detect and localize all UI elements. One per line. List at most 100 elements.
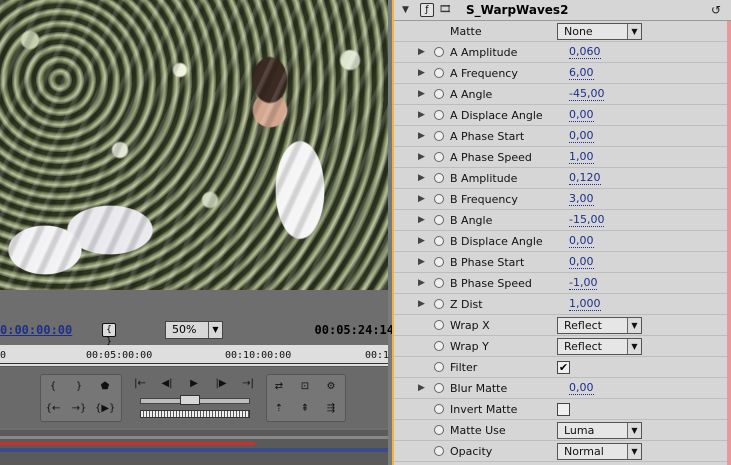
expand-triangle-icon[interactable]: ▶ <box>418 257 425 267</box>
stopwatch-icon[interactable] <box>434 236 444 246</box>
stopwatch-icon[interactable] <box>434 89 444 99</box>
play-icon[interactable]: ▶ <box>184 376 204 392</box>
param-select-matte[interactable]: None ▼ <box>557 23 642 40</box>
param-select-wrap-x[interactable]: Reflect ▼ <box>557 317 642 334</box>
jog-handle[interactable] <box>180 395 200 405</box>
expand-triangle-icon[interactable]: ▶ <box>418 131 425 141</box>
param-select-opacity[interactable]: Normal ▼ <box>557 443 642 460</box>
stopwatch-icon[interactable] <box>434 110 444 120</box>
fx-toggle-icon[interactable]: ƒ <box>420 3 434 17</box>
expand-triangle-icon[interactable]: ▶ <box>418 152 425 162</box>
param-value-b-displace-angle[interactable]: 0,00 <box>569 235 594 248</box>
play-in-out-icon[interactable]: {▶} <box>95 401 115 417</box>
param-value-b-phase-start[interactable]: 0,00 <box>569 256 594 269</box>
expand-triangle-icon[interactable]: ▶ <box>418 383 425 393</box>
param-value-a-amplitude[interactable]: 0,060 <box>569 46 601 59</box>
param-value-b-phase-speed[interactable]: -1,00 <box>569 277 598 290</box>
param-checkbox-invert-matte[interactable] <box>557 403 570 416</box>
set-out-icon[interactable]: } <box>69 379 89 395</box>
video-preview <box>0 0 388 290</box>
expand-triangle-icon[interactable]: ▶ <box>418 173 425 183</box>
frame-forward-icon[interactable]: |▶ <box>211 376 231 392</box>
monitor-timebar: 0:00:00:00 { } 50% ▼ 00:05:24:14 <box>0 319 394 347</box>
stopwatch-icon[interactable] <box>434 257 444 267</box>
expand-triangle-icon[interactable]: ▶ <box>418 215 425 225</box>
goto-out-icon[interactable]: →} <box>69 401 89 417</box>
param-row-a-frequency: ▶ A Frequency 6,00 <box>394 63 731 84</box>
stopwatch-icon[interactable] <box>434 341 444 351</box>
collapse-triangle-icon[interactable]: ▼ <box>402 5 409 15</box>
param-value-blur-matte[interactable]: 0,00 <box>569 382 594 395</box>
stopwatch-icon[interactable] <box>434 446 444 456</box>
output-icon[interactable]: ⚙ <box>321 379 341 395</box>
ruler-tick: 00:10:00:00 <box>225 350 292 361</box>
trim-icon[interactable]: ⇶ <box>321 401 341 417</box>
expand-triangle-icon[interactable]: ▶ <box>418 278 425 288</box>
param-value-b-amplitude[interactable]: 0,120 <box>569 172 601 185</box>
select-value: None <box>564 25 593 38</box>
goto-in-icon[interactable]: {← <box>43 401 63 417</box>
expand-triangle-icon[interactable]: ▶ <box>418 47 425 57</box>
param-select-wrap-y[interactable]: Reflect ▼ <box>557 338 642 355</box>
step-back-icon[interactable]: |← <box>130 376 150 392</box>
param-checkbox-filter[interactable]: ✔ <box>557 361 570 374</box>
param-select-matte-use[interactable]: Luma ▼ <box>557 422 642 439</box>
param-value-a-displace-angle[interactable]: 0,00 <box>569 109 594 122</box>
param-value-b-frequency[interactable]: 3,00 <box>569 193 594 206</box>
time-ruler[interactable]: 0 00:05:00:00 00:10:00:00 00:1 <box>0 345 389 367</box>
stopwatch-icon[interactable] <box>434 194 444 204</box>
stopwatch-icon[interactable] <box>434 173 444 183</box>
param-label: B Displace Angle <box>450 235 543 248</box>
param-value-z-dist[interactable]: 1,000 <box>569 298 601 311</box>
param-row-matte-use: Matte Use Luma ▼ <box>394 420 731 441</box>
expand-triangle-icon[interactable]: ▶ <box>418 110 425 120</box>
current-timecode[interactable]: 0:00:00:00 <box>0 323 72 337</box>
stopwatch-icon[interactable] <box>434 47 444 57</box>
param-value-a-phase-speed[interactable]: 1,00 <box>569 151 594 164</box>
loop-icon[interactable]: ⇄ <box>269 379 289 395</box>
stopwatch-icon[interactable] <box>434 278 444 288</box>
expand-triangle-icon[interactable]: ▶ <box>418 236 425 246</box>
step-forward-icon[interactable]: →| <box>238 376 258 392</box>
param-label: A Angle <box>450 88 493 101</box>
param-label: B Phase Speed <box>450 277 532 290</box>
expand-triangle-icon[interactable]: ▶ <box>418 89 425 99</box>
stopwatch-icon[interactable] <box>434 131 444 141</box>
param-label: Blur Matte <box>450 382 508 395</box>
lift-icon[interactable]: ⇡ <box>269 401 289 417</box>
chevron-down-icon: ▼ <box>627 24 641 39</box>
frame-back-icon[interactable]: ◀| <box>157 376 177 392</box>
stopwatch-icon[interactable] <box>434 404 444 414</box>
stopwatch-icon[interactable] <box>434 362 444 372</box>
expand-triangle-icon[interactable]: ▶ <box>418 299 425 309</box>
param-value-b-angle[interactable]: -15,00 <box>569 214 605 227</box>
param-value-a-phase-start[interactable]: 0,00 <box>569 130 594 143</box>
param-row-filter: Filter ✔ <box>394 357 731 378</box>
stopwatch-icon[interactable] <box>434 215 444 225</box>
param-value-a-frequency[interactable]: 6,00 <box>569 67 594 80</box>
param-row-blur-matte: ▶ Blur Matte 0,00 <box>394 378 731 399</box>
stopwatch-icon[interactable] <box>434 68 444 78</box>
stopwatch-icon[interactable] <box>434 383 444 393</box>
set-in-icon[interactable]: { <box>43 379 63 395</box>
param-label: B Phase Start <box>450 256 525 269</box>
scrollbar[interactable] <box>727 21 731 465</box>
param-value-a-angle[interactable]: -45,00 <box>569 88 605 101</box>
stopwatch-icon[interactable] <box>434 299 444 309</box>
param-row-matte: Matte None ▼ <box>394 21 731 42</box>
reset-icon[interactable]: ↺ <box>711 3 721 17</box>
stopwatch-icon[interactable] <box>434 152 444 162</box>
extract-icon[interactable]: ⇞ <box>295 401 315 417</box>
param-row-a-phase-start: ▶ A Phase Start 0,00 <box>394 126 731 147</box>
param-row-wrap-x: Wrap X Reflect ▼ <box>394 315 731 336</box>
set-marker-icon[interactable]: ⬟ <box>95 379 115 395</box>
stopwatch-icon[interactable] <box>434 320 444 330</box>
expand-triangle-icon[interactable]: ▶ <box>418 68 425 78</box>
marker-icon[interactable]: { } <box>102 323 116 347</box>
shuttle-wheel[interactable] <box>140 410 250 418</box>
zoom-select[interactable]: 50% ▼ <box>165 321 223 339</box>
expand-triangle-icon[interactable]: ▶ <box>418 194 425 204</box>
stopwatch-icon[interactable] <box>434 425 444 435</box>
safe-margins-icon[interactable]: ⊡ <box>295 379 315 395</box>
work-area-bar[interactable] <box>0 430 388 465</box>
